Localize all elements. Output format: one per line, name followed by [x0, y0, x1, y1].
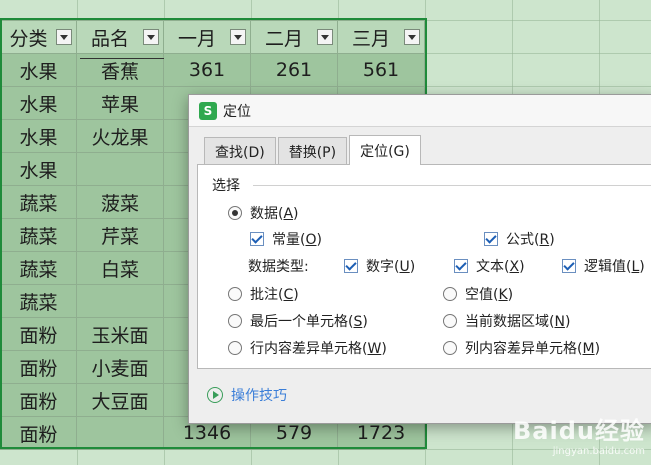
table-cell[interactable]: 561 [337, 53, 425, 87]
dialog-titlebar[interactable]: S 定位 [189, 95, 651, 127]
wps-app-icon: S [199, 101, 217, 120]
check-text-box[interactable] [454, 259, 468, 273]
check-constant[interactable]: 常量(O) [250, 229, 322, 249]
table-cell[interactable]: 面粉 [0, 350, 77, 384]
tips-label: 操作技巧 [231, 388, 287, 404]
table-cell[interactable]: 面粉 [0, 416, 77, 450]
table-cell[interactable]: 蔬菜 [0, 218, 77, 252]
radio-row-diff-indicator[interactable] [228, 341, 242, 355]
table-cell[interactable]: 水果 [0, 53, 77, 87]
header-label: 分类 [9, 27, 48, 50]
table-cell[interactable]: 面粉 [0, 317, 77, 351]
radio-comment-label: 批注(C) [250, 287, 299, 303]
table-cell[interactable]: 水果 [0, 86, 77, 120]
header-cell[interactable]: 品名 [76, 20, 164, 54]
radio-row-diff[interactable]: 行内容差异单元格(W) [228, 338, 387, 358]
baidu-watermark: Baidu经验 jingyan.baidu.com [513, 411, 645, 457]
radio-blank-label: 空值(K) [465, 287, 514, 303]
check-number[interactable]: 数字(U) [344, 256, 415, 276]
filter-dropdown-icon[interactable] [56, 29, 72, 45]
group-divider [253, 185, 651, 186]
tab-goto[interactable]: 定位(G) [349, 135, 421, 165]
table-cell[interactable]: 苹果 [76, 86, 164, 120]
radio-current-region-indicator[interactable] [443, 314, 457, 328]
filter-dropdown-icon[interactable] [404, 29, 420, 45]
tab-find[interactable]: 查找(D) [204, 137, 276, 165]
header-cell[interactable]: 一月 [163, 20, 251, 54]
table-cell[interactable]: 芹菜 [76, 218, 164, 252]
header-cell[interactable]: 二月 [250, 20, 338, 54]
table-cell[interactable]: 火龙果 [76, 119, 164, 153]
tab-replace[interactable]: 替换(P) [277, 137, 348, 165]
table-cell[interactable]: 白菜 [76, 251, 164, 285]
goto-dialog: S 定位 查找(D) 替换(P) 定位(G) 选择 数据(A) 常量(O) 公式… [188, 94, 651, 424]
table-cell[interactable]: 蔬菜 [0, 185, 77, 219]
table-cell[interactable]: 水果 [0, 152, 77, 186]
data-type-label: 数据类型: [248, 259, 309, 275]
check-number-box[interactable] [344, 259, 358, 273]
check-logical[interactable]: 逻辑值(L) [562, 256, 645, 276]
cell-underline [80, 58, 164, 59]
check-text[interactable]: 文本(X) [454, 256, 525, 276]
table-cell[interactable]: 面粉 [0, 383, 77, 417]
header-label: 二月 [264, 27, 303, 50]
check-number-label: 数字(U) [366, 259, 416, 275]
radio-col-diff[interactable]: 列内容差异单元格(M) [443, 338, 600, 358]
radio-current-region[interactable]: 当前数据区域(N) [443, 311, 570, 331]
header-cell[interactable]: 分类 [0, 20, 77, 54]
radio-data-indicator[interactable] [228, 206, 242, 220]
check-constant-box[interactable] [250, 232, 264, 246]
screen: 分类 品名 一月 二月 三月 水果 香蕉 361 261 561 水果 苹果 水果 火龙果 水果 蔬菜 菠菜 蔬菜… [0, 0, 651, 465]
table-cell[interactable] [76, 284, 164, 318]
header-label: 一月 [177, 27, 216, 50]
dialog-title: 定位 [223, 103, 251, 120]
table-cell[interactable]: 大豆面 [76, 383, 164, 417]
table-cell[interactable] [76, 416, 164, 450]
watermark-sub: jingyan.baidu.com [552, 446, 645, 457]
radio-col-diff-label: 列内容差异单元格(M) [465, 341, 601, 357]
select-group-label: 选择 [212, 178, 240, 194]
header-label: 品名 [90, 27, 129, 50]
table-cell[interactable]: 蔬菜 [0, 251, 77, 285]
table-cell[interactable]: 261 [250, 53, 338, 87]
table-cell[interactable]: 菠菜 [76, 185, 164, 219]
check-formula[interactable]: 公式(R) [484, 229, 555, 249]
filter-dropdown-icon[interactable] [230, 29, 246, 45]
radio-data[interactable]: 数据(A) [228, 203, 299, 223]
table-cell[interactable]: 玉米面 [76, 317, 164, 351]
table-row: 水果 香蕉 361 261 561 [0, 53, 425, 87]
radio-data-label: 数据(A) [250, 206, 299, 222]
radio-blank-indicator[interactable] [443, 287, 457, 301]
header-cell[interactable]: 三月 [337, 20, 425, 54]
watermark-main: Baidu经验 [513, 417, 645, 445]
table-cell[interactable]: 水果 [0, 119, 77, 153]
radio-current-region-label: 当前数据区域(N) [465, 314, 571, 330]
check-text-label: 文本(X) [476, 259, 525, 275]
radio-last-cell[interactable]: 最后一个单元格(S) [228, 311, 368, 331]
radio-comment[interactable]: 批注(C) [228, 284, 299, 304]
radio-last-cell-label: 最后一个单元格(S) [250, 314, 368, 330]
tab-bar: 查找(D) 替换(P) 定位(G) [204, 135, 423, 165]
header-row: 分类 品名 一月 二月 三月 [0, 20, 425, 54]
filter-dropdown-icon[interactable] [143, 29, 159, 45]
filter-dropdown-icon[interactable] [317, 29, 333, 45]
table-cell[interactable]: 蔬菜 [0, 284, 77, 318]
radio-comment-indicator[interactable] [228, 287, 242, 301]
check-constant-label: 常量(O) [272, 232, 322, 248]
header-label: 三月 [351, 27, 390, 50]
table-cell[interactable]: 小麦面 [76, 350, 164, 384]
goto-panel: 选择 数据(A) 常量(O) 公式(R) 数据类型: 数字(U) 文本(X) 逻… [197, 164, 651, 369]
radio-blank[interactable]: 空值(K) [443, 284, 513, 304]
play-circle-icon [207, 387, 223, 403]
check-logical-box[interactable] [562, 259, 576, 273]
check-formula-box[interactable] [484, 232, 498, 246]
table-cell[interactable] [76, 152, 164, 186]
radio-col-diff-indicator[interactable] [443, 341, 457, 355]
check-logical-label: 逻辑值(L) [584, 259, 645, 275]
radio-last-cell-indicator[interactable] [228, 314, 242, 328]
radio-row-diff-label: 行内容差异单元格(W) [250, 341, 387, 357]
check-formula-label: 公式(R) [506, 232, 555, 248]
table-cell[interactable]: 361 [163, 53, 251, 87]
tips-link[interactable]: 操作技巧 [207, 385, 287, 405]
